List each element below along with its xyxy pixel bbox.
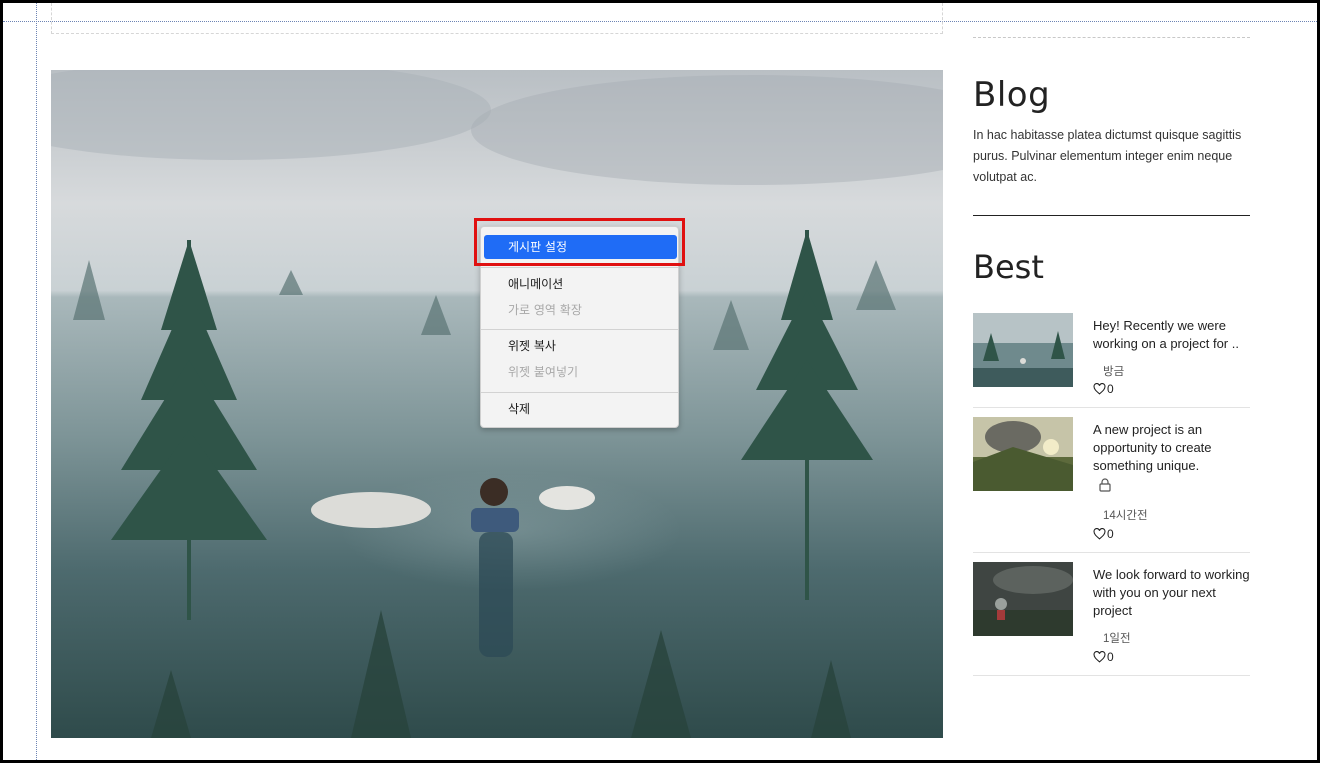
context-menu: 게시판 설정 애니메이션 가로 영역 확장 위젯 복사 위젯 붙여넣기 삭제 <box>480 226 679 428</box>
like-count-value: 0 <box>1107 382 1114 396</box>
best-heading: Best <box>973 248 1044 286</box>
sidebar-divider-dashed <box>973 37 1250 38</box>
widget-placeholder-top[interactable] <box>51 3 943 34</box>
menu-separator <box>481 329 678 330</box>
like-count-value: 0 <box>1107 650 1114 664</box>
like-count[interactable]: 0 <box>1093 650 1114 664</box>
menu-separator <box>481 267 678 268</box>
menu-item-copy-widget[interactable]: 위젯 복사 <box>484 334 677 358</box>
menu-item-paste-widget[interactable]: 위젯 붙여넣기 <box>484 360 677 384</box>
like-count[interactable]: 0 <box>1093 382 1114 396</box>
post-thumbnail[interactable] <box>973 562 1073 636</box>
heart-outline-icon <box>1093 651 1106 663</box>
best-post-item[interactable]: We look forward to working with you on y… <box>973 562 1250 676</box>
menu-item-expand-width[interactable]: 가로 영역 확장 <box>484 298 677 322</box>
menu-item-delete[interactable]: 삭제 <box>484 397 677 421</box>
sidebar-divider <box>973 215 1250 216</box>
post-title[interactable]: Hey! Recently we were working on a proje… <box>1093 317 1250 353</box>
menu-item-animation[interactable]: 애니메이션 <box>484 272 677 296</box>
page-frame: 게시판 설정 애니메이션 가로 영역 확장 위젯 복사 위젯 붙여넣기 삭제 B… <box>3 3 1317 760</box>
post-thumbnail[interactable] <box>973 313 1073 387</box>
lock-icon <box>1099 478 1111 492</box>
post-title[interactable]: A new project is an opportunity to creat… <box>1093 421 1250 475</box>
heart-outline-icon <box>1093 528 1106 540</box>
menu-item-board-settings[interactable]: 게시판 설정 <box>484 235 677 259</box>
blog-heading: Blog <box>973 75 1051 115</box>
best-post-item[interactable]: A new project is an opportunity to creat… <box>973 417 1250 553</box>
heart-outline-icon <box>1093 383 1106 395</box>
layout-guide-vertical <box>36 3 37 760</box>
post-title[interactable]: We look forward to working with you on y… <box>1093 566 1250 620</box>
post-time: 1일전 <box>1103 633 1131 645</box>
post-time: 방금 <box>1103 366 1125 378</box>
menu-separator <box>481 392 678 393</box>
best-post-item[interactable]: Hey! Recently we were working on a proje… <box>973 313 1250 408</box>
post-thumbnail[interactable] <box>973 417 1073 491</box>
blog-description: In hac habitasse platea dictumst quisque… <box>973 128 1242 184</box>
post-time: 14시간전 <box>1103 510 1148 522</box>
like-count[interactable]: 0 <box>1093 527 1114 541</box>
like-count-value: 0 <box>1107 527 1114 541</box>
